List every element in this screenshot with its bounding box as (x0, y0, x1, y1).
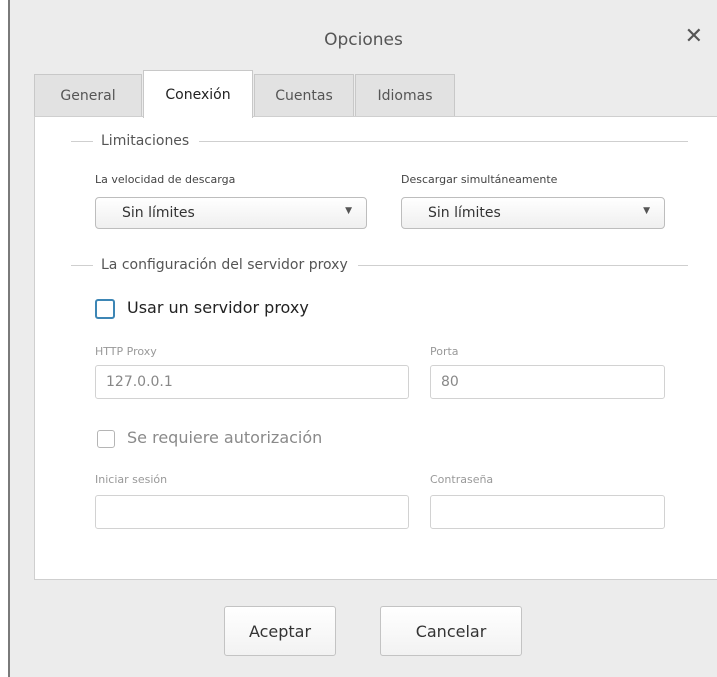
simultaneous-downloads-select[interactable]: Sin límites ▼ (401, 197, 665, 229)
auth-required-checkbox[interactable] (97, 430, 115, 448)
section-divider (71, 140, 93, 142)
section-divider (71, 264, 93, 266)
tab-idiomas[interactable]: Idiomas (355, 74, 455, 116)
chevron-down-icon: ▼ (643, 206, 650, 216)
section-divider (199, 140, 688, 142)
login-input[interactable] (95, 495, 409, 529)
connection-panel: Limitaciones La velocidad de descarga Si… (34, 116, 717, 580)
use-proxy-checkbox[interactable] (95, 299, 115, 319)
http-proxy-input[interactable]: 127.0.0.1 (95, 365, 409, 399)
login-label: Iniciar sesión (95, 473, 168, 486)
accept-button[interactable]: Aceptar (224, 606, 336, 656)
section-divider (357, 264, 688, 266)
port-label: Porta (430, 345, 459, 358)
close-icon[interactable]: ✕ (685, 26, 703, 48)
download-speed-label: La velocidad de descarga (95, 173, 236, 186)
dialog-title: Opciones (324, 30, 403, 50)
limits-section-title: Limitaciones (101, 133, 190, 149)
cancel-button[interactable]: Cancelar (380, 606, 522, 656)
tab-conexion[interactable]: Conexión (143, 70, 253, 118)
password-label: Contraseña (430, 473, 494, 486)
chevron-down-icon: ▼ (345, 206, 352, 216)
use-proxy-label[interactable]: Usar un servidor proxy (127, 298, 309, 317)
limits-section-header: Limitaciones (71, 133, 688, 149)
password-input[interactable] (430, 495, 665, 529)
download-speed-value: Sin límites (122, 205, 195, 221)
http-proxy-label: HTTP Proxy (95, 345, 157, 358)
tab-cuentas[interactable]: Cuentas (254, 74, 354, 116)
simultaneous-downloads-label: Descargar simultáneamente (401, 173, 558, 186)
proxy-section-title: La configuración del servidor proxy (101, 257, 348, 273)
download-speed-select[interactable]: Sin límites ▼ (95, 197, 367, 229)
simultaneous-downloads-value: Sin límites (428, 205, 501, 221)
proxy-section-header: La configuración del servidor proxy (71, 257, 688, 273)
port-input[interactable]: 80 (430, 365, 665, 399)
tab-general[interactable]: General (34, 74, 142, 116)
options-dialog: Opciones ✕ General Conexión Cuentas Idio… (8, 0, 717, 677)
auth-required-label[interactable]: Se requiere autorización (127, 428, 322, 447)
